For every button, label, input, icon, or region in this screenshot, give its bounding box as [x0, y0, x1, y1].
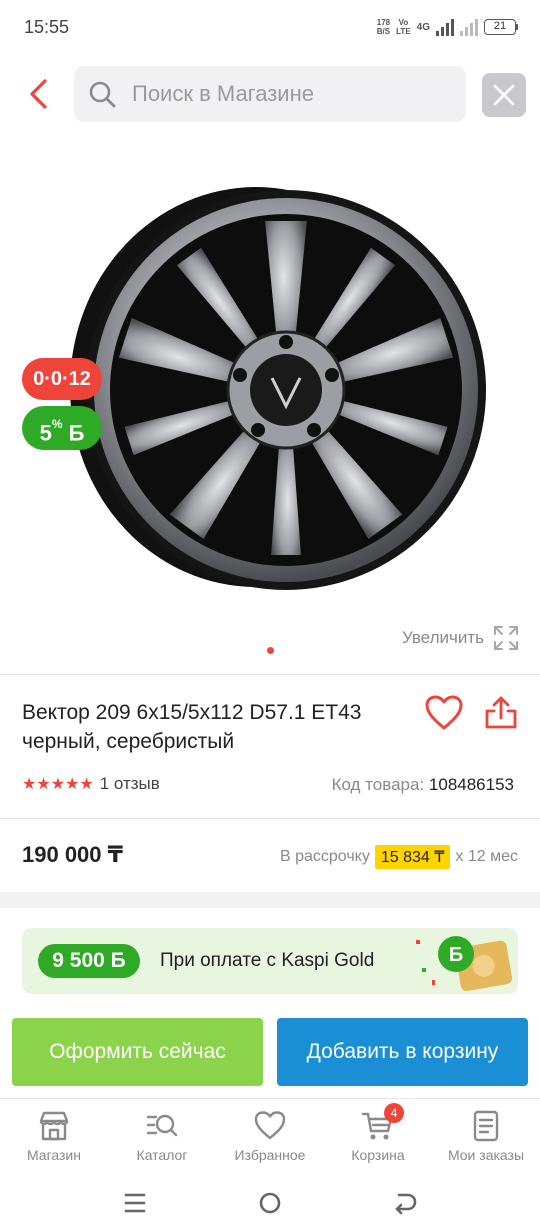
zoom-label: Увеличить: [402, 628, 484, 647]
status-time: 15:55: [24, 17, 70, 37]
bottom-nav: Магазин Каталог Избранное 4 Корзина Мои …: [0, 1098, 540, 1170]
svg-text:Б: Б: [449, 944, 463, 966]
product-gallery[interactable]: 0·0·12 5% Б Увеличить: [0, 160, 540, 660]
timer-badge: 0·0·12: [22, 358, 102, 400]
nav-item-favorites[interactable]: Избранное: [216, 1099, 324, 1170]
back-button[interactable]: [22, 76, 58, 112]
heart-icon: [254, 1111, 286, 1140]
search-header: Поиск в Магазине: [0, 66, 540, 124]
share-button[interactable]: [482, 694, 520, 732]
heart-icon: [425, 695, 463, 730]
zoom-button[interactable]: Увеличить: [402, 624, 520, 652]
home-icon[interactable]: [255, 1188, 285, 1218]
cart-count-badge: 4: [384, 1103, 404, 1123]
rating-stars: ★★★★★: [22, 776, 94, 793]
share-icon: [485, 696, 517, 729]
nav-item-orders[interactable]: Мои заказы: [432, 1099, 540, 1170]
back-nav-icon[interactable]: [390, 1188, 420, 1218]
reviews-link[interactable]: 1 отзыв: [100, 774, 160, 794]
product-code: Код товара: 108486153: [331, 775, 514, 794]
chevron-left-icon: [30, 79, 47, 109]
price: 190 000 ₸: [22, 842, 123, 867]
product-title: Вектор 209 6x15/5x112 D57.1 ET43 черный,…: [22, 701, 362, 753]
status-icons: 178 B/S Vo LTE 4G 21: [377, 14, 518, 40]
system-navigation-bar: [0, 1176, 540, 1230]
nav-item-shop[interactable]: Магазин: [0, 1099, 108, 1170]
bonus-percent-badge: 5% Б: [22, 406, 102, 450]
buy-now-button[interactable]: Оформить сейчас: [12, 1018, 263, 1086]
installment-amount: 15 834 ₸: [374, 845, 451, 869]
section-separator: [0, 892, 540, 908]
installment-info[interactable]: В рассрочку 15 834 ₸ x 12 мес: [280, 845, 518, 869]
bonus-pill: 9 500 Б: [38, 944, 140, 978]
clear-search-button[interactable]: [482, 73, 526, 117]
status-bar: 15:55 178 B/S Vo LTE 4G 21: [0, 0, 540, 56]
shop-icon: [39, 1111, 69, 1141]
kaspi-gold-card-icon: Б: [416, 936, 513, 992]
divider: [0, 674, 540, 675]
wheel-image: [70, 187, 486, 590]
battery-icon: 21: [484, 19, 518, 35]
rating[interactable]: ★★★★★ 1 отзыв: [22, 774, 160, 794]
divider: [0, 818, 540, 819]
signal-secondary-icon: [460, 18, 478, 36]
orders-icon: [473, 1110, 499, 1142]
search-input[interactable]: Поиск в Магазине: [74, 66, 466, 122]
promo-text: При оплате с Kaspi Gold: [160, 950, 375, 971]
volte-indicator: Vo LTE: [396, 18, 411, 36]
net-speed: 178 B/S: [376, 18, 391, 36]
add-to-cart-button[interactable]: Добавить в корзину: [277, 1018, 528, 1086]
network-type: 4G: [416, 21, 430, 33]
product-code-value: 108486153: [428, 775, 514, 794]
favorite-button[interactable]: [424, 694, 464, 732]
signal-icon: [436, 18, 454, 36]
close-icon: [493, 84, 515, 106]
slide-indicator-dot: [267, 647, 274, 654]
kaspi-gold-banner[interactable]: 9 500 Б При оплате с Kaspi Gold Б: [22, 928, 518, 994]
catalog-search-icon: [146, 1114, 178, 1137]
nav-item-cart[interactable]: 4 Корзина: [324, 1099, 432, 1170]
nav-item-catalog[interactable]: Каталог: [108, 1099, 216, 1170]
search-icon: [89, 81, 116, 108]
recent-apps-icon[interactable]: [120, 1188, 150, 1218]
search-placeholder: Поиск в Магазине: [132, 81, 314, 106]
expand-icon: [494, 626, 518, 650]
